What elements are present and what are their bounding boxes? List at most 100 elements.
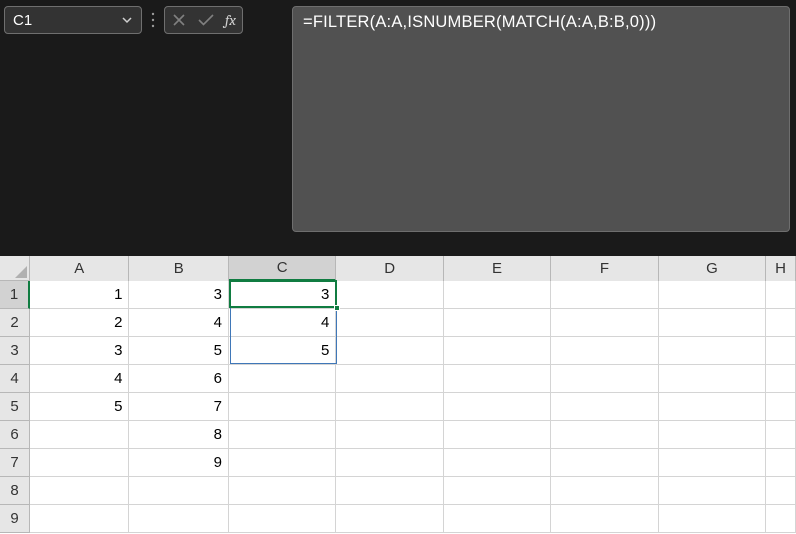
cell[interactable] — [766, 365, 796, 393]
cell[interactable] — [551, 365, 658, 393]
cell[interactable]: 7 — [129, 393, 228, 421]
row-header[interactable]: 5 — [0, 393, 29, 421]
row-header[interactable]: 2 — [0, 309, 29, 337]
cell[interactable] — [444, 309, 551, 337]
cell[interactable]: 3 — [229, 281, 336, 309]
row-header[interactable]: 4 — [0, 365, 29, 393]
cell[interactable] — [659, 505, 766, 533]
cell[interactable] — [336, 421, 443, 449]
cell[interactable] — [766, 309, 796, 337]
cell[interactable] — [229, 505, 336, 533]
cell[interactable] — [444, 365, 551, 393]
cell[interactable] — [336, 337, 443, 365]
cell[interactable] — [30, 421, 129, 449]
cell[interactable]: 5 — [129, 337, 228, 365]
cell[interactable]: 6 — [129, 365, 228, 393]
cell[interactable] — [129, 505, 228, 533]
column-header[interactable]: D — [336, 256, 443, 281]
cell[interactable] — [551, 281, 658, 309]
cell[interactable] — [336, 281, 443, 309]
cell[interactable] — [336, 365, 443, 393]
cell[interactable] — [766, 477, 796, 505]
cell[interactable]: 4 — [229, 309, 336, 337]
column-header[interactable]: H — [766, 256, 796, 281]
cell[interactable] — [30, 477, 129, 505]
cell[interactable] — [766, 449, 796, 477]
cell[interactable] — [659, 449, 766, 477]
cell[interactable] — [229, 449, 336, 477]
cell[interactable]: 4 — [30, 365, 129, 393]
cell[interactable] — [766, 421, 796, 449]
cell[interactable] — [551, 477, 658, 505]
cell[interactable] — [659, 309, 766, 337]
cells-area[interactable]: 133244355465789 — [30, 281, 796, 534]
cell[interactable] — [551, 337, 658, 365]
cell[interactable] — [551, 421, 658, 449]
cell[interactable] — [659, 477, 766, 505]
cell[interactable] — [336, 309, 443, 337]
cell[interactable] — [659, 393, 766, 421]
row-header[interactable]: 3 — [0, 337, 29, 365]
cancel-formula-icon[interactable] — [171, 12, 187, 28]
row-header[interactable]: 7 — [0, 449, 29, 477]
cell[interactable] — [766, 393, 796, 421]
cell[interactable]: 8 — [129, 421, 228, 449]
cell[interactable] — [336, 477, 443, 505]
row-header[interactable]: 9 — [0, 505, 29, 533]
cell[interactable] — [229, 365, 336, 393]
cell[interactable] — [30, 449, 129, 477]
name-box-dropdown-icon[interactable] — [121, 14, 133, 26]
enter-formula-icon[interactable] — [197, 12, 215, 28]
name-box-value: C1 — [13, 12, 32, 29]
cell[interactable] — [229, 421, 336, 449]
cell[interactable] — [336, 449, 443, 477]
cell[interactable] — [336, 393, 443, 421]
formula-bar-text: =FILTER(A:A,ISNUMBER(MATCH(A:A,B:B,0))) — [303, 13, 656, 31]
cell[interactable] — [444, 505, 551, 533]
cell[interactable] — [659, 421, 766, 449]
cell[interactable] — [551, 393, 658, 421]
row-header[interactable]: 8 — [0, 477, 29, 505]
table-row: 57 — [30, 393, 796, 421]
cell[interactable] — [659, 337, 766, 365]
cell[interactable] — [551, 505, 658, 533]
cell[interactable] — [336, 505, 443, 533]
cell[interactable] — [229, 393, 336, 421]
cell[interactable]: 9 — [129, 449, 228, 477]
column-header[interactable]: C — [229, 256, 336, 281]
insert-function-icon[interactable]: fx — [225, 11, 236, 29]
row-header[interactable]: 1 — [0, 281, 30, 309]
cell[interactable] — [659, 281, 766, 309]
column-header[interactable]: F — [551, 256, 658, 281]
cell[interactable] — [659, 365, 766, 393]
cell[interactable] — [766, 281, 796, 309]
cell[interactable] — [551, 449, 658, 477]
cell[interactable]: 3 — [30, 337, 129, 365]
column-header[interactable]: B — [129, 256, 228, 281]
cell[interactable] — [444, 281, 551, 309]
cell[interactable] — [444, 449, 551, 477]
cell[interactable]: 1 — [30, 281, 129, 309]
cell[interactable] — [444, 393, 551, 421]
cell[interactable] — [551, 309, 658, 337]
cell[interactable]: 5 — [30, 393, 129, 421]
cell[interactable]: 3 — [129, 281, 228, 309]
column-header[interactable]: E — [444, 256, 551, 281]
column-header[interactable]: A — [30, 256, 129, 281]
name-box[interactable]: C1 — [4, 6, 142, 34]
cell[interactable]: 4 — [129, 309, 228, 337]
cell[interactable] — [444, 337, 551, 365]
column-header[interactable]: G — [659, 256, 766, 281]
cell[interactable] — [766, 505, 796, 533]
cell[interactable] — [229, 477, 336, 505]
cell[interactable] — [129, 477, 228, 505]
cell[interactable] — [444, 421, 551, 449]
cell[interactable] — [444, 477, 551, 505]
formula-bar-input[interactable]: =FILTER(A:A,ISNUMBER(MATCH(A:A,B:B,0))) — [292, 6, 790, 232]
cell[interactable] — [766, 337, 796, 365]
row-header[interactable]: 6 — [0, 421, 29, 449]
select-all-corner[interactable] — [0, 256, 30, 281]
cell[interactable]: 2 — [30, 309, 129, 337]
cell[interactable] — [30, 505, 129, 533]
cell[interactable]: 5 — [229, 337, 336, 365]
